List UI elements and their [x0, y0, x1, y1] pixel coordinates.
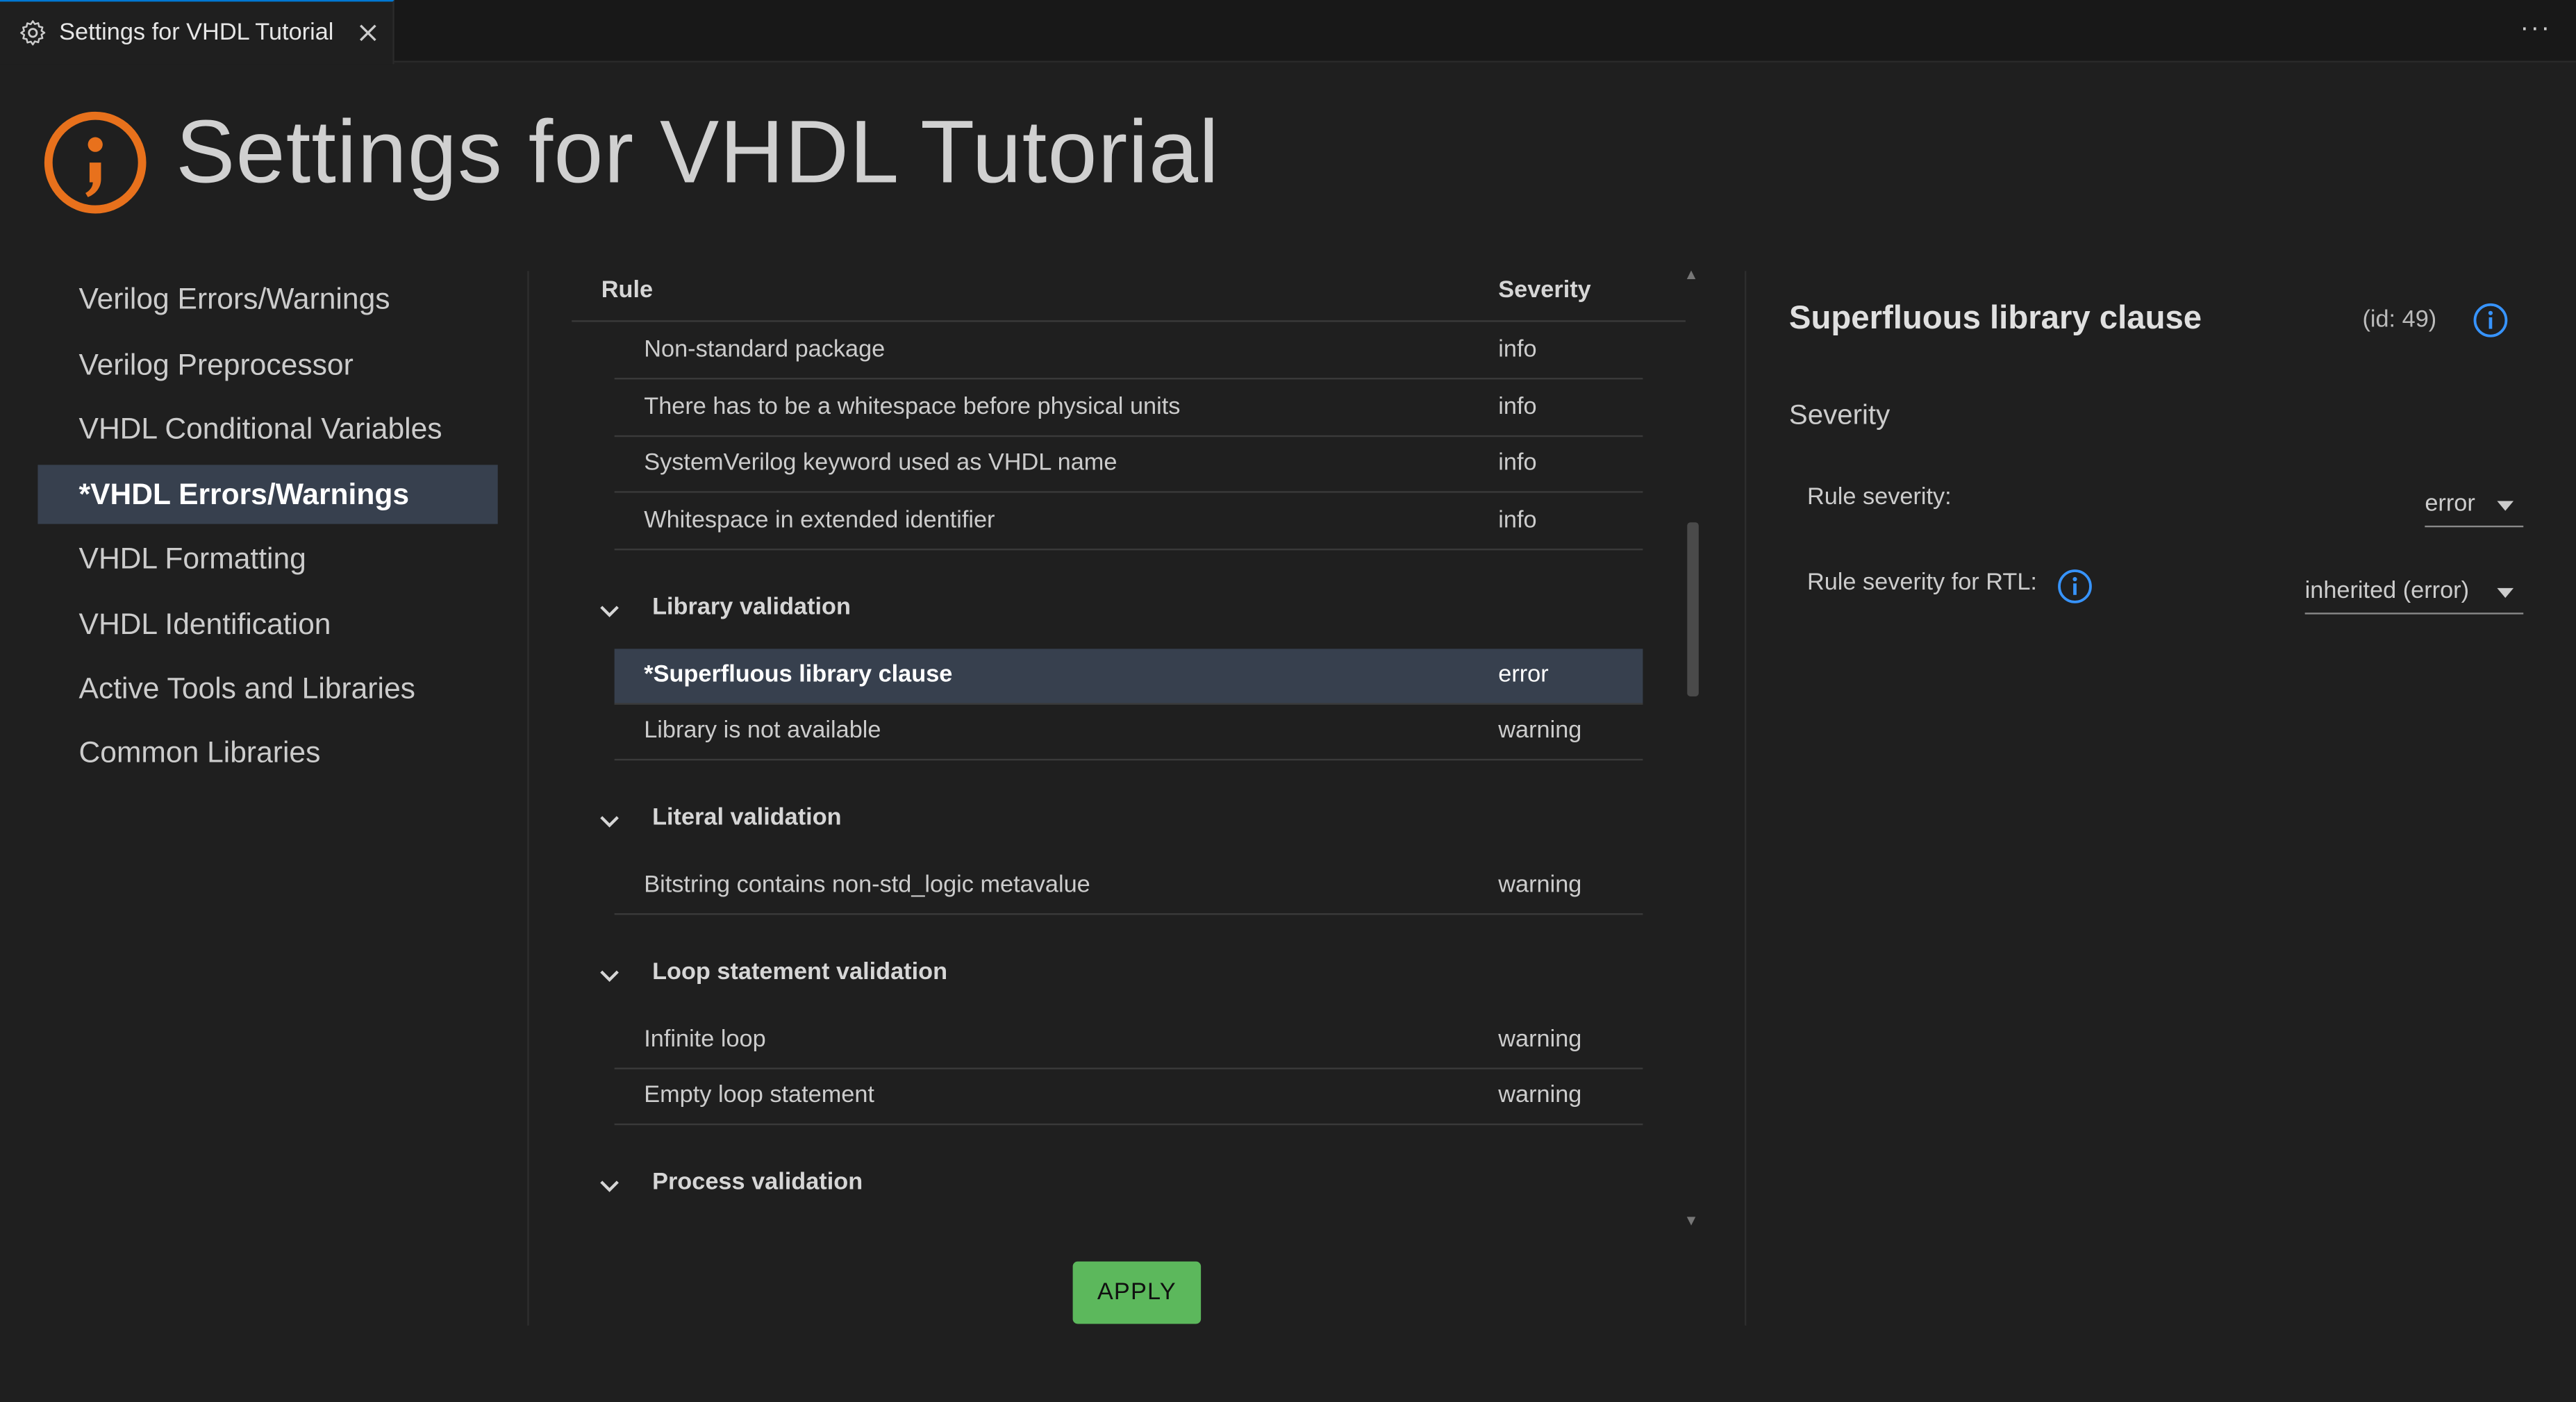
rule-severity-value: error — [2425, 491, 2475, 518]
sidebar-item-common-libraries[interactable]: Common Libraries — [38, 723, 497, 782]
rule-name: Whitespace in extended identifier — [644, 507, 995, 534]
rtl-severity-label: Rule severity for RTL: — [1806, 569, 2037, 596]
group-label: Process validation — [652, 1169, 863, 1196]
rule-name: Empty loop statement — [644, 1082, 874, 1109]
sidebar-item-vhdl-errors[interactable]: *VHDL Errors/Warnings — [38, 465, 498, 524]
chevron-down-icon — [2497, 501, 2514, 511]
sidebar-item-verilog-errors[interactable]: Verilog Errors/Warnings — [38, 269, 497, 328]
tab-label: Settings for VHDL Tutorial — [59, 19, 334, 47]
rule-name: *Superfluous library clause — [644, 662, 953, 689]
table-row[interactable]: There has to be a whitespace before phys… — [614, 381, 1643, 437]
column-header-rule[interactable]: Rule — [601, 278, 653, 304]
sidebar-item-vhdl-formatting[interactable]: VHDL Formatting — [38, 529, 497, 588]
rule-id: (id: 49) — [2362, 307, 2437, 334]
rule-severity: info — [1498, 507, 1537, 534]
rtl-severity-select[interactable]: inherited (error) — [2304, 571, 2524, 615]
scroll-up-icon[interactable]: ▲ — [1684, 266, 1699, 283]
rule-severity: info — [1498, 336, 1537, 363]
tab-settings[interactable]: Settings for VHDL Tutorial — [0, 0, 394, 65]
table-row[interactable]: Bitstring contains non-std_logic metaval… — [614, 859, 1643, 915]
sidebar-item-vhdl-conditional-variables[interactable]: VHDL Conditional Variables — [38, 399, 497, 458]
group-process-validation[interactable]: Process validation — [595, 1161, 1580, 1210]
group-literal-validation[interactable]: Literal validation — [595, 796, 1580, 846]
rule-name: Non-standard package — [644, 336, 886, 363]
rule-severity: warning — [1498, 717, 1582, 744]
rule-severity-select[interactable]: error — [2425, 485, 2524, 528]
tab-bar: Settings for VHDL Tutorial ··· — [0, 0, 2576, 65]
chevron-down-icon[interactable] — [598, 599, 621, 622]
rule-name: There has to be a whitespace before phys… — [644, 394, 1181, 421]
settings-window: Settings for VHDL Tutorial ··· Settings … — [0, 0, 2576, 1402]
table-row[interactable]: Whitespace in extended identifier info — [614, 494, 1643, 551]
severity-section-title: Severity — [1788, 399, 1891, 431]
group-label: Library validation — [652, 594, 851, 621]
table-row[interactable]: Infinite loop warning — [614, 1013, 1643, 1069]
rule-name: Library is not available — [644, 717, 881, 744]
sidebar: Verilog Errors/Warnings Verilog Preproce… — [0, 262, 526, 1330]
group-library-validation[interactable]: Library validation — [595, 586, 1580, 635]
group-label: Literal validation — [652, 805, 842, 831]
sidebar-divider — [527, 271, 529, 1326]
group-label: Loop statement validation — [652, 959, 948, 986]
rule-name: Infinite loop — [644, 1026, 766, 1053]
detail-title: Superfluous library clause — [1788, 300, 2202, 337]
rule-name: Bitstring contains non-std_logic metaval… — [644, 872, 1090, 899]
page-title: Settings for VHDL Tutorial — [176, 103, 1220, 202]
rule-severity: warning — [1498, 872, 1582, 899]
table-header: Rule Severity — [572, 262, 1686, 322]
scrollbar-thumb[interactable] — [1687, 522, 1699, 696]
close-icon[interactable] — [355, 19, 381, 46]
table-row[interactable]: SystemVerilog keyword used as VHDL name … — [614, 437, 1643, 493]
sidebar-item-vhdl-identification[interactable]: VHDL Identification — [38, 594, 497, 653]
sidebar-item-verilog-preprocessor[interactable]: Verilog Preprocessor — [38, 335, 497, 394]
info-icon[interactable] — [2473, 302, 2509, 338]
column-header-severity[interactable]: Severity — [1498, 278, 1590, 304]
logo-icon — [44, 111, 147, 214]
rule-severity: info — [1498, 394, 1537, 421]
rule-severity: warning — [1498, 1026, 1582, 1053]
chevron-down-icon — [2497, 587, 2514, 599]
table-row[interactable]: Non-standard package info — [614, 324, 1643, 380]
apply-button[interactable]: APPLY — [1072, 1261, 1202, 1324]
table-row-selected[interactable]: *Superfluous library clause error — [614, 649, 1643, 705]
gear-icon — [20, 20, 46, 46]
detail-divider — [1745, 271, 1747, 1326]
chevron-down-icon[interactable] — [598, 964, 621, 987]
rule-severity: warning — [1498, 1082, 1582, 1109]
group-loop-statement-validation[interactable]: Loop statement validation — [595, 951, 1580, 1001]
rule-name: SystemVerilog keyword used as VHDL name — [644, 450, 1117, 476]
chevron-down-icon[interactable] — [598, 810, 621, 833]
chevron-down-icon[interactable] — [598, 1174, 621, 1197]
rtl-severity-value: inherited (error) — [2304, 578, 2470, 605]
info-icon[interactable] — [2056, 568, 2093, 604]
scroll-down-icon[interactable]: ▼ — [1684, 1212, 1699, 1229]
sidebar-item-active-tools[interactable]: Active Tools and Libraries — [38, 659, 497, 718]
rule-severity: error — [1498, 662, 1549, 689]
rule-severity-label: Rule severity: — [1806, 484, 1952, 511]
rule-severity: info — [1498, 450, 1537, 476]
table-row[interactable]: Empty loop statement warning — [614, 1069, 1643, 1126]
table-row[interactable]: Library is not available warning — [614, 705, 1643, 761]
more-actions-icon[interactable]: ··· — [2520, 15, 2552, 44]
